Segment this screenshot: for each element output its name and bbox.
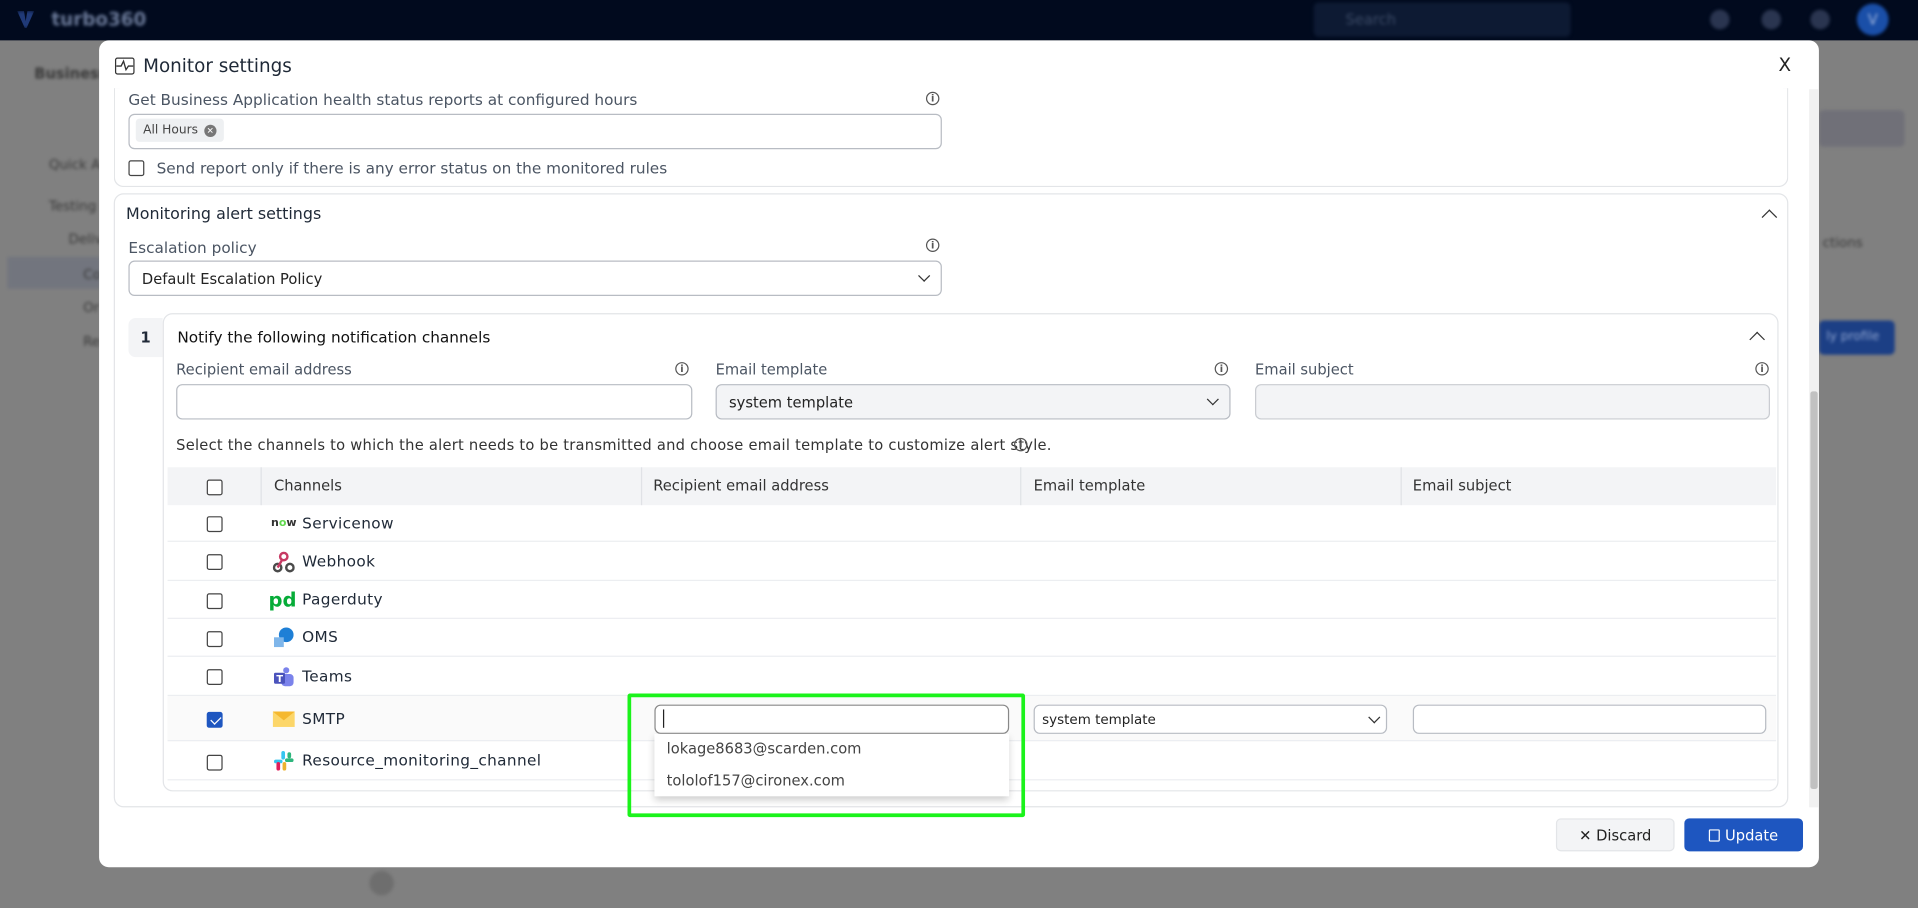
- escalation-policy-label: Escalation policy: [128, 238, 257, 257]
- report-hours-multiselect[interactable]: [128, 113, 942, 150]
- email-template-value: system template: [729, 393, 854, 411]
- channel-name: Servicenow: [302, 513, 394, 533]
- pagerduty-icon: pd: [268, 587, 297, 611]
- update-label: Update: [1725, 826, 1779, 844]
- escalation-policy-value: Default Escalation Policy: [141, 269, 323, 287]
- column-header-subject: Email subject: [1412, 477, 1512, 495]
- alert-section-title: Monitoring alert settings: [125, 205, 322, 224]
- info-icon[interactable]: i: [1755, 362, 1769, 376]
- background-actions-header: ctions: [1822, 234, 1863, 251]
- remove-chip-icon[interactable]: ✕: [204, 124, 217, 137]
- app-logo: turbo360: [51, 8, 147, 31]
- background-collapse-button: [369, 870, 394, 896]
- discard-button[interactable]: ✕ Discard: [1555, 818, 1675, 852]
- step-title: Notify the following notification channe…: [177, 327, 491, 347]
- column-divider: [640, 467, 643, 506]
- recipient-email-label: Recipient email address: [176, 360, 352, 378]
- servicenow-icon: now: [270, 517, 297, 530]
- email-template-label: Email template: [715, 360, 828, 378]
- notification-bell-icon[interactable]: [1761, 9, 1781, 30]
- info-icon[interactable]: i: [925, 91, 940, 106]
- column-divider: [1020, 467, 1022, 506]
- error-only-label: Send report only if there is any error s…: [156, 159, 668, 178]
- user-avatar[interactable]: V: [1856, 3, 1889, 36]
- table-row-pagerduty: [167, 581, 1777, 619]
- channels-table-header: [167, 467, 1777, 506]
- close-button[interactable]: X: [1779, 54, 1792, 76]
- slack-icon: [273, 751, 295, 771]
- channel-checkbox[interactable]: [206, 669, 223, 685]
- select-all-checkbox[interactable]: [206, 479, 223, 496]
- background-tree-item: Deliv: [68, 231, 103, 248]
- report-hours-label: Get Business Application health status r…: [128, 90, 638, 109]
- pulse-icon: [114, 57, 135, 75]
- column-header-template: Email template: [1033, 477, 1146, 495]
- background-panel: [1818, 110, 1905, 147]
- background-page-title: Business: [34, 64, 108, 82]
- escalation-policy-select[interactable]: Default Escalation Policy: [128, 260, 942, 297]
- table-row-servicenow: [167, 505, 1777, 542]
- oms-icon: [273, 627, 295, 648]
- step-number: 1: [128, 318, 163, 358]
- save-icon: [1709, 828, 1721, 841]
- channel-name: SMTP: [302, 709, 346, 728]
- update-button[interactable]: Update: [1684, 818, 1804, 852]
- table-row-webhook: [167, 542, 1777, 582]
- channels-description: Select the channels to which the alert n…: [176, 436, 1052, 454]
- email-template-select[interactable]: system template: [715, 384, 1231, 420]
- column-divider: [1400, 467, 1402, 506]
- info-icon[interactable]: i: [925, 238, 940, 252]
- chip-all-hours: All Hours ✕: [135, 118, 224, 142]
- mail-icon: [272, 709, 295, 729]
- background-tree-item: Or: [83, 299, 100, 316]
- smtp-template-value: system template: [1042, 711, 1156, 728]
- info-icon[interactable]: i: [675, 362, 689, 376]
- background-apply-profile-button: ly profile: [1818, 320, 1895, 355]
- webhook-icon: [272, 551, 295, 572]
- channel-checkbox-checked[interactable]: [206, 711, 223, 728]
- table-row-teams: [167, 657, 1777, 697]
- channel-name: Pagerduty: [302, 589, 383, 608]
- channel-checkbox[interactable]: [206, 593, 223, 610]
- highlight-box: [627, 693, 1026, 818]
- column-divider: [260, 467, 262, 506]
- chip-label: All Hours: [143, 123, 199, 137]
- chevron-down-icon: [918, 269, 931, 282]
- announcement-icon[interactable]: [1710, 9, 1730, 30]
- channel-name: OMS: [302, 627, 339, 646]
- channel-checkbox[interactable]: [206, 554, 223, 571]
- background-tree-item: Re: [83, 333, 101, 350]
- email-subject-label: Email subject: [1255, 360, 1354, 378]
- background-tree-item: Quick A: [48, 156, 101, 173]
- svg-text:T: T: [276, 673, 283, 684]
- column-header-channels: Channels: [273, 477, 342, 495]
- channel-name: Webhook: [302, 551, 376, 571]
- top-navbar: [0, 0, 1918, 41]
- global-search[interactable]: Search: [1313, 2, 1571, 37]
- smtp-subject-input[interactable]: [1412, 704, 1767, 734]
- email-subject-input[interactable]: [1255, 384, 1770, 420]
- channel-checkbox[interactable]: [206, 754, 223, 771]
- info-icon[interactable]: i: [1014, 437, 1028, 452]
- info-icon[interactable]: i: [1214, 362, 1229, 376]
- scrollbar-thumb[interactable]: [1810, 391, 1818, 789]
- smtp-template-select[interactable]: system template: [1033, 704, 1388, 734]
- error-only-checkbox[interactable]: [128, 160, 145, 177]
- table-row-oms: [167, 619, 1777, 657]
- settings-gear-icon[interactable]: [1810, 9, 1830, 30]
- column-header-recipient: Recipient email address: [653, 477, 829, 495]
- channel-name: Teams: [302, 666, 353, 685]
- channel-checkbox[interactable]: [206, 516, 223, 533]
- teams-icon: T: [273, 666, 295, 687]
- channel-name: Resource_monitoring_channel: [302, 751, 542, 770]
- channel-checkbox[interactable]: [206, 631, 223, 648]
- background-tree-item: Testing: [48, 198, 97, 215]
- chevron-down-icon: [1368, 710, 1381, 723]
- chevron-down-icon: [1206, 393, 1219, 406]
- modal-title: Monitor settings: [143, 55, 292, 78]
- recipient-email-input[interactable]: [176, 384, 693, 420]
